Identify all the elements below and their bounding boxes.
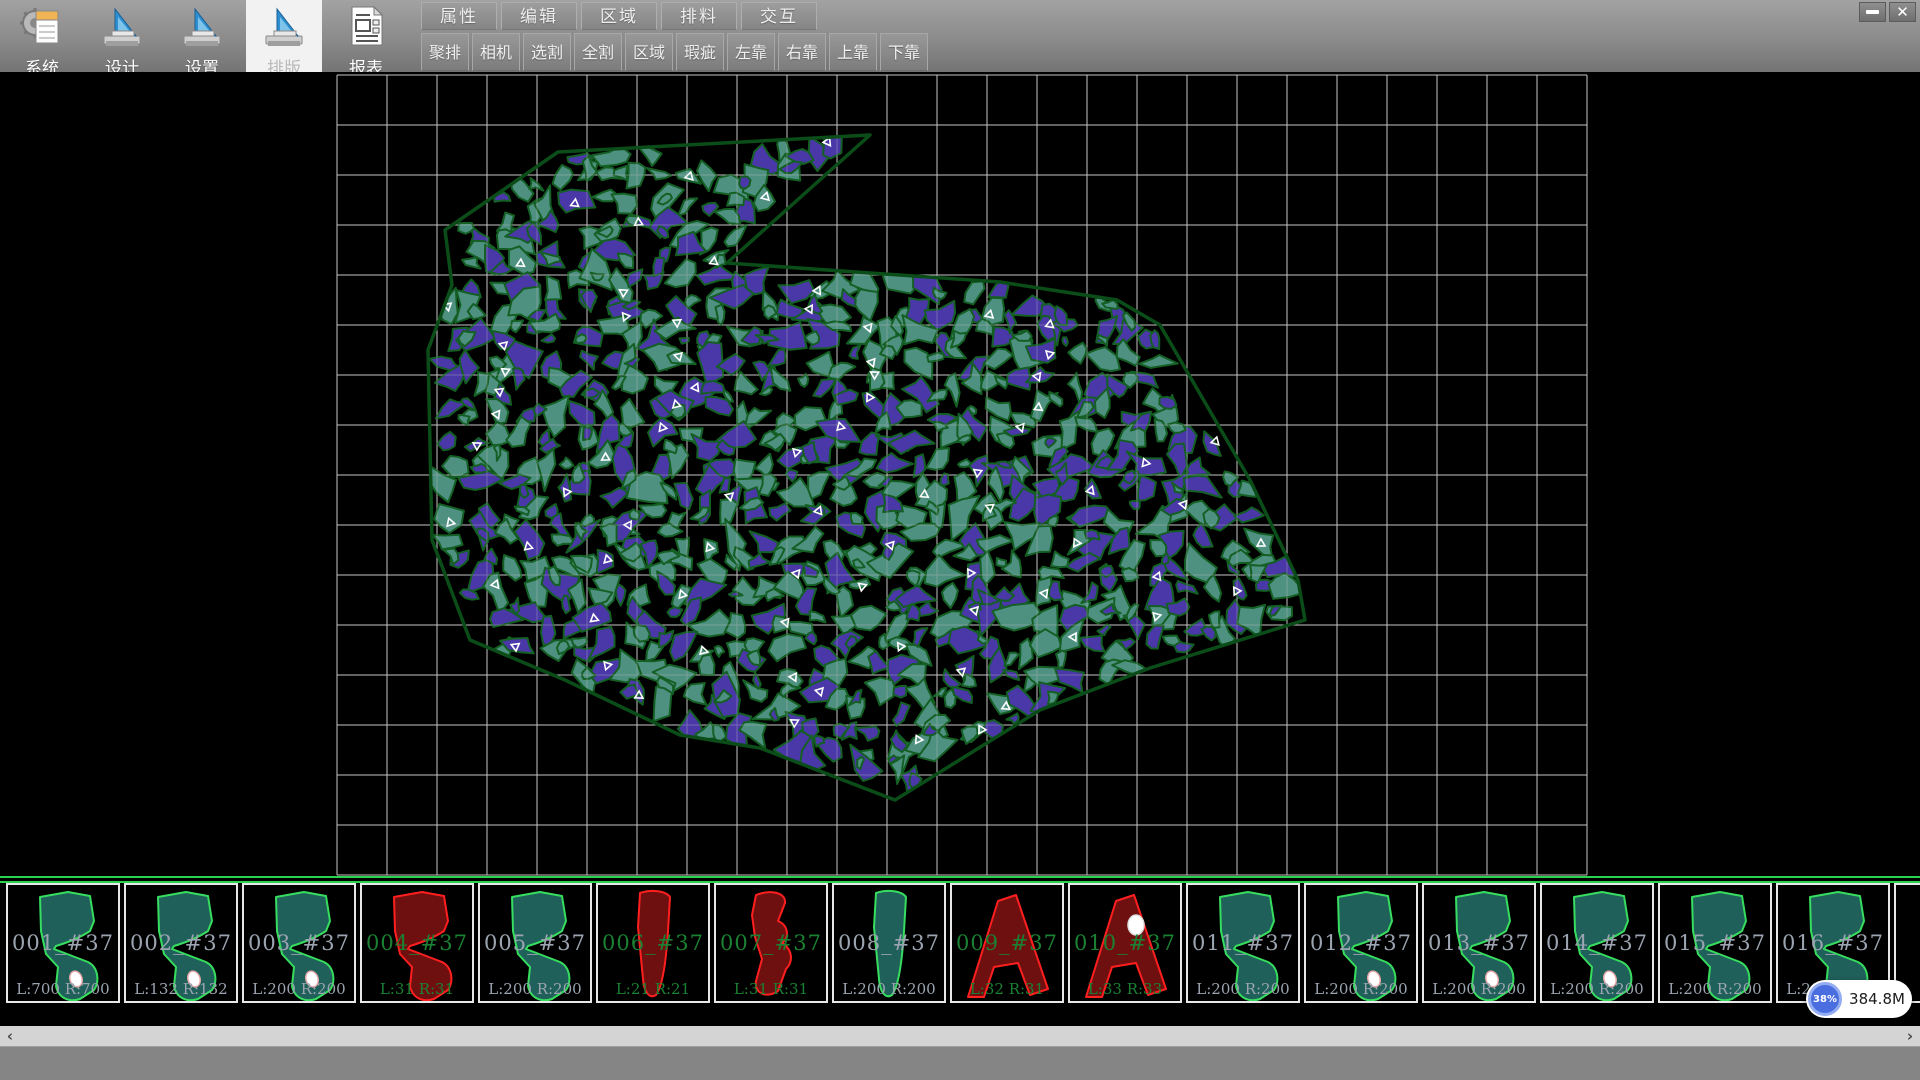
menu-tab-3[interactable]: 区域 <box>581 2 657 30</box>
piece-thumbnail-strip: 001_#37 L:700 R:700 002_#37 L:132 R:132 003_… <box>0 883 1920 1005</box>
memory-value: 384.8M <box>1842 990 1912 1008</box>
thumbnail-cell-15[interactable]: 015_#37 L:200 R:200 <box>1658 883 1772 1003</box>
piece-lr-count: L:132 R:132 <box>126 980 236 998</box>
thumbnail-cell-11[interactable]: 011_#37 L:200 R:200 <box>1186 883 1300 1003</box>
layout-ruler-icon <box>262 3 306 53</box>
piece-id-label: 001_#37 <box>8 931 118 955</box>
mode-button-1[interactable]: 系统 <box>6 0 78 72</box>
mode-button-2[interactable]: 设计 <box>86 0 158 72</box>
piece-id-label: 015_#37 <box>1660 931 1770 955</box>
piece-id-label: 004_#37 <box>362 931 472 955</box>
piece-lr-count: L:200 R:200 <box>1542 980 1652 998</box>
piece-id-label: 012_#37 <box>1306 931 1416 955</box>
thumbnail-cell-7[interactable]: 007_#37 L:31 R:31 <box>714 883 828 1003</box>
thumbnail-cell-13[interactable]: 013_#37 L:200 R:200 <box>1422 883 1536 1003</box>
piece-lr-count: L:200 R:200 <box>244 980 354 998</box>
piece-id-label: 010_#37 <box>1070 931 1180 955</box>
nested-pieces <box>418 121 1309 801</box>
tool-button-8[interactable]: 右靠 <box>778 33 826 71</box>
tool-button-5[interactable]: 区域 <box>625 33 673 71</box>
piece-id-label: 003_#37 <box>244 931 354 955</box>
tool-button-7[interactable]: 左靠 <box>727 33 775 71</box>
piece-lr-count: L:31 R:31 <box>716 980 826 998</box>
thumbnail-cell-1[interactable]: 001_#37 L:700 R:700 <box>6 883 120 1003</box>
menu-tab-5[interactable]: 交互 <box>741 2 817 30</box>
nesting-app-window: { "window": {"minimize": "minimize", "cl… <box>0 0 1920 1080</box>
thumbnail-cell-9[interactable]: 009_#37 L:32 R:31 <box>950 883 1064 1003</box>
scroll-right-arrow[interactable]: › <box>1900 1026 1920 1046</box>
piece-lr-count: L:21 R:21 <box>598 980 708 998</box>
tool-button-1[interactable]: 聚排 <box>421 33 469 71</box>
thumbnail-cell-10[interactable]: 010_#37 L:33 R:33 <box>1068 883 1182 1003</box>
mode-button-4[interactable]: 排版 <box>246 0 322 72</box>
window-controls: ✕ <box>1856 2 1916 22</box>
piece-lr-count: L:700 R:700 <box>8 980 118 998</box>
piece-lr-count: L:200 R:200 <box>1660 980 1770 998</box>
piece-id-label: 007_#37 <box>716 931 826 955</box>
thumbnail-cell-8[interactable]: 008_#37 L:200 R:200 <box>832 883 946 1003</box>
tool-button-2[interactable]: 相机 <box>472 33 520 71</box>
thumbnail-cell-5[interactable]: 005_#37 L:200 R:200 <box>478 883 592 1003</box>
piece-id-label: 006_#37 <box>598 931 708 955</box>
piece-lr-count: L:200 R:200 <box>1424 980 1534 998</box>
nesting-canvas[interactable] <box>0 72 1920 878</box>
piece-lr-count: L:200 R:200 <box>1306 980 1416 998</box>
piece-id-label: 011_#37 <box>1188 931 1298 955</box>
piece-id-label: 005_#37 <box>480 931 590 955</box>
minimize-button[interactable] <box>1859 2 1886 22</box>
close-icon: ✕ <box>1896 5 1909 20</box>
thumbnail-cell-14[interactable]: 014_#37 L:200 R:200 <box>1540 883 1654 1003</box>
close-button[interactable]: ✕ <box>1889 2 1916 22</box>
piece-id-label: 002_#37 <box>126 931 236 955</box>
menu-tab-row: 属性编辑区域排料交互 <box>421 2 821 30</box>
mode-button-3[interactable]: 设置 <box>166 0 238 72</box>
design-ruler-icon <box>100 3 144 53</box>
piece-lr-count: L:32 R:31 <box>952 980 1062 998</box>
piece-lr-count: L:33 R:33 <box>1070 980 1180 998</box>
piece-lr-count: L:200 R:200 <box>1188 980 1298 998</box>
piece-id-label: 014_#37 <box>1542 931 1652 955</box>
nesting-layout-drawing <box>0 72 1920 878</box>
thumbnail-cell-4[interactable]: 004_#37 L:31 R:31 <box>360 883 474 1003</box>
tool-button-3[interactable]: 选割 <box>523 33 571 71</box>
menu-tab-2[interactable]: 编辑 <box>501 2 577 30</box>
piece-lr-count: L:31 R:31 <box>362 980 472 998</box>
settings-ruler-icon <box>180 3 224 53</box>
mode-button-5[interactable]: 报表 <box>330 0 402 72</box>
piece-id-label: 016_#37 <box>1778 931 1888 955</box>
minimize-icon <box>1866 10 1879 14</box>
thumbnail-cell-2[interactable]: 002_#37 L:132 R:132 <box>124 883 238 1003</box>
status-bar <box>0 1046 1920 1080</box>
tool-button-10[interactable]: 下靠 <box>880 33 928 71</box>
piece-id-label: 013_#37 <box>1424 931 1534 955</box>
strip-separator <box>0 876 1920 883</box>
ribbon-header: 系统设计设置排版报表 属性编辑区域排料交互 聚排相机选割全割区域瑕疵左靠右靠上靠… <box>0 0 1920 72</box>
progress-circle: 38% <box>1808 982 1842 1016</box>
report-doc-icon <box>344 3 388 53</box>
piece-id-label: 008_#37 <box>834 931 944 955</box>
piece-id-label: 009_#37 <box>952 931 1062 955</box>
main-mode-bar: 系统设计设置排版报表 <box>0 0 410 72</box>
menu-tab-1[interactable]: 属性 <box>421 2 497 30</box>
thumbnail-cell-12[interactable]: 012_#37 L:200 R:200 <box>1304 883 1418 1003</box>
piece-lr-count: L:200 R:200 <box>834 980 944 998</box>
tool-button-4[interactable]: 全割 <box>574 33 622 71</box>
thumbnail-cell-3[interactable]: 003_#37 L:200 R:200 <box>242 883 356 1003</box>
tool-button-row: 聚排相机选割全割区域瑕疵左靠右靠上靠下靠 <box>421 33 931 71</box>
tool-button-6[interactable]: 瑕疵 <box>676 33 724 71</box>
tool-button-9[interactable]: 上靠 <box>829 33 877 71</box>
memory-status-badge: 38% 384.8M <box>1806 980 1912 1018</box>
horizontal-scrollbar[interactable]: ‹ › <box>0 1026 1920 1046</box>
scroll-left-arrow[interactable]: ‹ <box>0 1026 20 1046</box>
system-gear-icon <box>20 3 64 53</box>
piece-id-label: 0 <box>1896 931 1920 955</box>
menu-tab-4[interactable]: 排料 <box>661 2 737 30</box>
piece-lr-count: L:200 R:200 <box>480 980 590 998</box>
thumbnail-cell-6[interactable]: 006_#37 L:21 R:21 <box>596 883 710 1003</box>
